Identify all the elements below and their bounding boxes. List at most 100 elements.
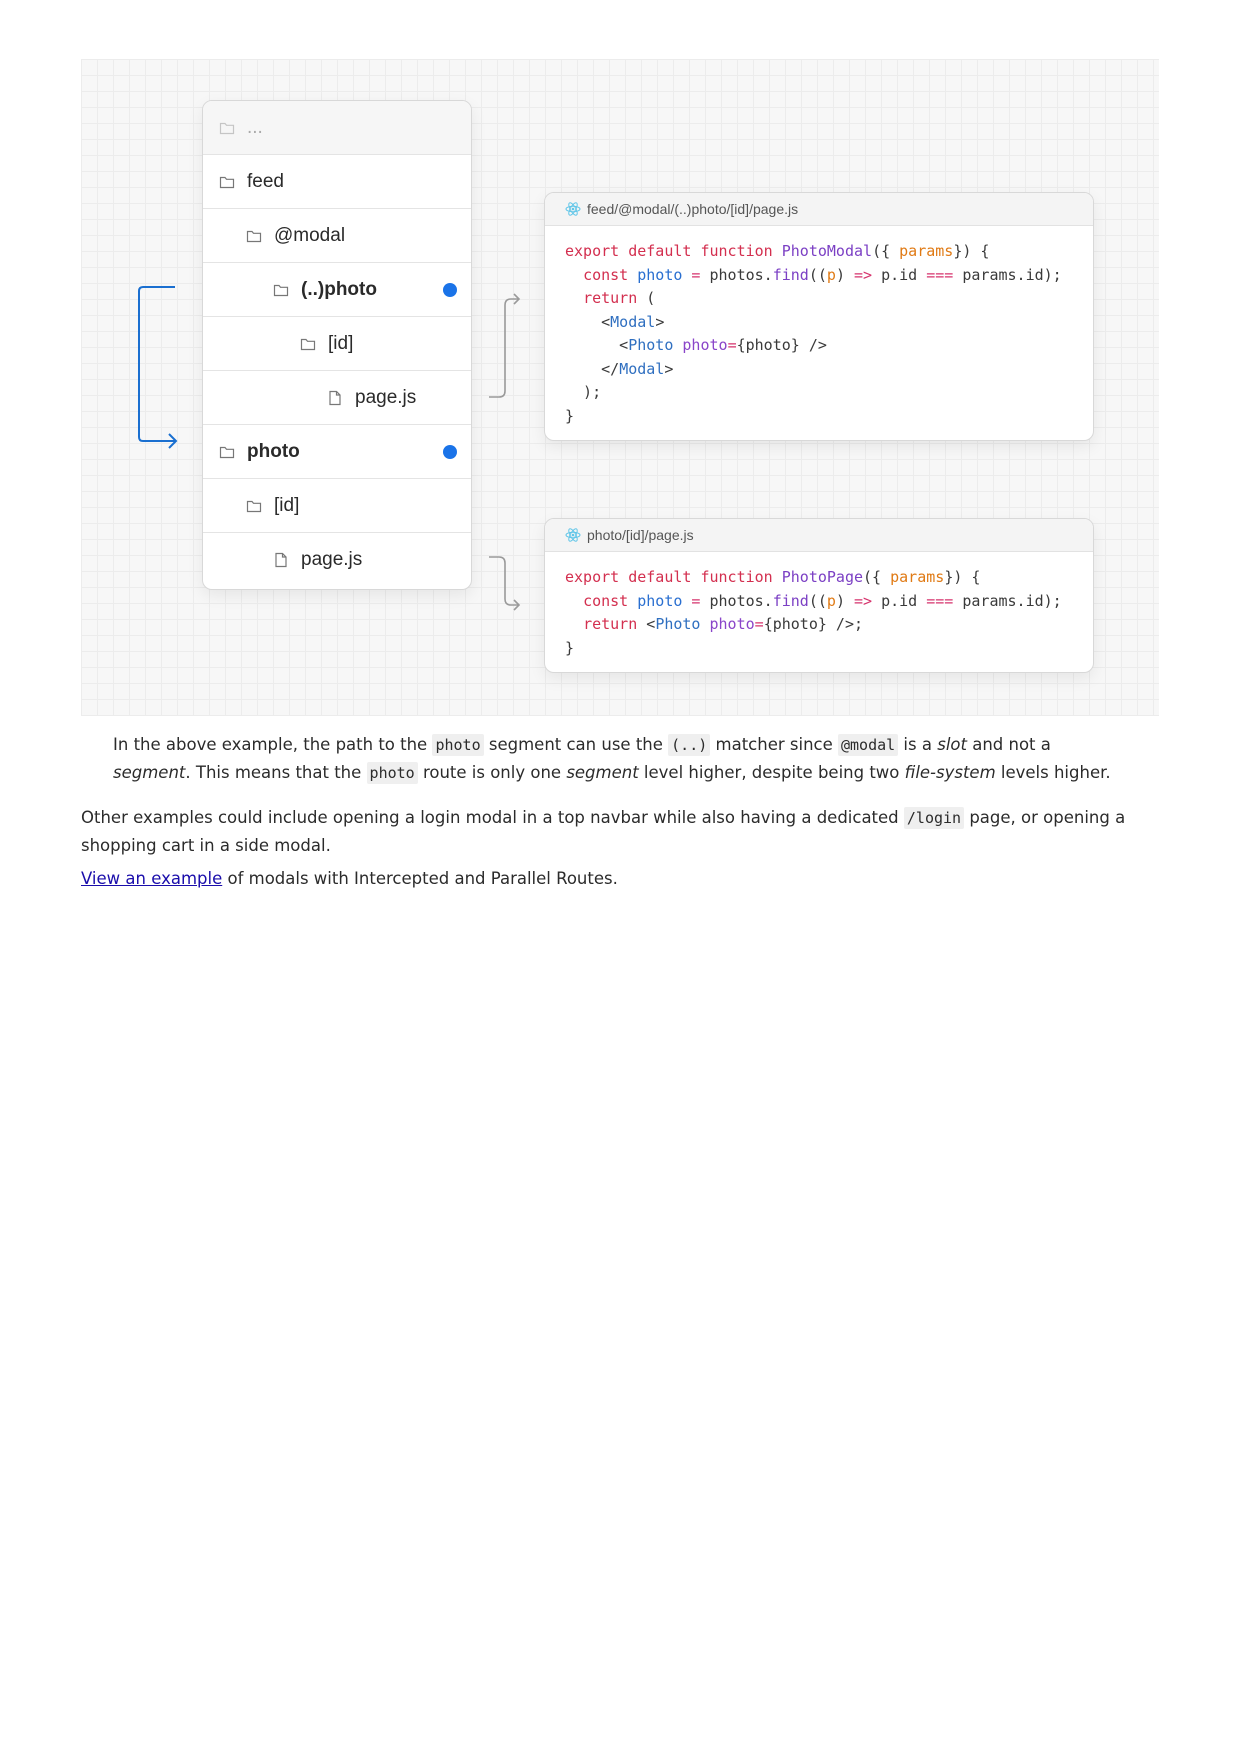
code-token: return — [583, 615, 647, 633]
code-line: </Modal> — [565, 358, 1073, 382]
code-token: < — [565, 312, 611, 331]
code-line: export default function PhotoPage({ para… — [565, 566, 1073, 590]
code-line: return <Photo photo={photo} />; — [565, 613, 1073, 637]
code-token: params — [899, 242, 954, 260]
folder-icon — [246, 498, 262, 514]
connector-arrow — [489, 556, 521, 611]
folder-icon — [219, 444, 235, 460]
code-token: (( — [808, 591, 827, 610]
code-token: }) { — [953, 242, 990, 260]
tree-label: page.js — [355, 386, 417, 408]
emphasis: segment — [113, 763, 186, 782]
code-token: > — [664, 359, 674, 378]
file-tree: ... feed @modal (..)photo [id] page.js p… — [202, 100, 472, 590]
code-line: export default function PhotoModal({ par… — [565, 240, 1073, 264]
inline-code: photo — [432, 734, 484, 756]
code-card-header: photo/[id]/page.js — [545, 519, 1093, 552]
tree-label: @modal — [274, 224, 346, 246]
code-card-title: photo/[id]/page.js — [587, 527, 694, 543]
tree-row-pagejs: page.js — [203, 371, 471, 425]
code-token: PhotoModal — [781, 242, 873, 260]
code-token: export default function — [565, 568, 782, 586]
code-line: } — [565, 405, 1073, 429]
folder-icon — [300, 336, 316, 352]
code-token: === — [926, 265, 954, 284]
tree-row-modal-slot: @modal — [203, 209, 471, 263]
folder-icon — [246, 228, 262, 244]
code-token: </ — [565, 359, 620, 378]
code-card-photo-page: photo/[id]/page.js export default functi… — [544, 518, 1094, 673]
body-paragraph: Other examples could include opening a l… — [81, 804, 1161, 860]
code-token: = — [727, 336, 737, 354]
code-token: return — [583, 289, 647, 307]
folder-icon — [219, 174, 235, 190]
active-dot — [443, 445, 457, 459]
code-token: const — [583, 265, 638, 284]
code-token: Modal — [619, 359, 665, 378]
code-line: ); — [565, 381, 1073, 405]
emphasis: file-system — [904, 763, 996, 782]
code-token: > — [655, 312, 665, 331]
code-token: {photo} />; — [763, 615, 864, 633]
tree-label: photo — [247, 440, 300, 462]
code-token: export default function — [565, 242, 782, 260]
code-token: p — [826, 265, 836, 284]
code-token: }) { — [944, 568, 981, 586]
code-token: Modal — [610, 312, 656, 331]
inline-code: photo — [366, 762, 418, 784]
folder-icon — [273, 282, 289, 298]
code-token: const — [583, 591, 638, 610]
code-token: } — [565, 638, 575, 657]
code-token: photo — [637, 591, 683, 610]
text-run: segment can use the — [483, 735, 669, 754]
text-run: of modals with Intercepted and Parallel … — [222, 869, 618, 888]
tree-row-id: [id] — [203, 317, 471, 371]
code-line: return ( — [565, 287, 1073, 311]
text-run: . This means that the — [185, 763, 367, 782]
text-run: is a — [898, 735, 938, 754]
tree-row-feed: feed — [203, 155, 471, 209]
code-token: photos. — [709, 591, 773, 610]
code-block: export default function PhotoPage({ para… — [545, 552, 1093, 672]
view-example-link[interactable]: View an example — [81, 869, 222, 888]
code-token: p.id — [872, 265, 927, 284]
text-run: matcher since — [710, 735, 838, 754]
code-token: photo — [637, 265, 683, 284]
code-token: params — [890, 568, 945, 586]
code-token: => — [854, 265, 873, 284]
code-token: = — [682, 265, 710, 284]
tree-label: (..)photo — [301, 278, 377, 300]
code-line: <Photo photo={photo} /> — [565, 334, 1073, 358]
file-icon — [273, 552, 289, 568]
tree-label: ... — [247, 116, 263, 138]
tree-label: [id] — [328, 332, 354, 354]
code-token: < — [646, 615, 656, 633]
active-dot — [443, 283, 457, 297]
code-line: <Modal> — [565, 311, 1073, 335]
code-token: photos. — [709, 265, 773, 284]
tree-row-intercept-photo: (..)photo — [203, 263, 471, 317]
text-run: Other examples could include opening a l… — [81, 808, 904, 827]
tree-label: [id] — [274, 494, 300, 516]
code-token: === — [926, 591, 954, 610]
tree-row-ellipsis: ... — [203, 101, 471, 155]
tree-row-photo: photo — [203, 425, 471, 479]
code-token: ({ — [872, 242, 900, 260]
tree-label: page.js — [301, 549, 363, 570]
tree-row-id: [id] — [203, 479, 471, 533]
tree-row-pagejs: page.js — [203, 533, 471, 587]
code-token: => — [854, 591, 873, 610]
react-icon — [565, 201, 581, 217]
code-token: p — [826, 591, 836, 610]
file-icon — [327, 390, 343, 406]
code-token: ); — [565, 383, 602, 401]
tree-label: feed — [247, 170, 284, 192]
code-token: photo — [682, 336, 728, 354]
code-token: = — [754, 615, 764, 633]
code-line: const photo = photos.find((p) => p.id ==… — [565, 590, 1073, 614]
emphasis: segment — [566, 763, 639, 782]
